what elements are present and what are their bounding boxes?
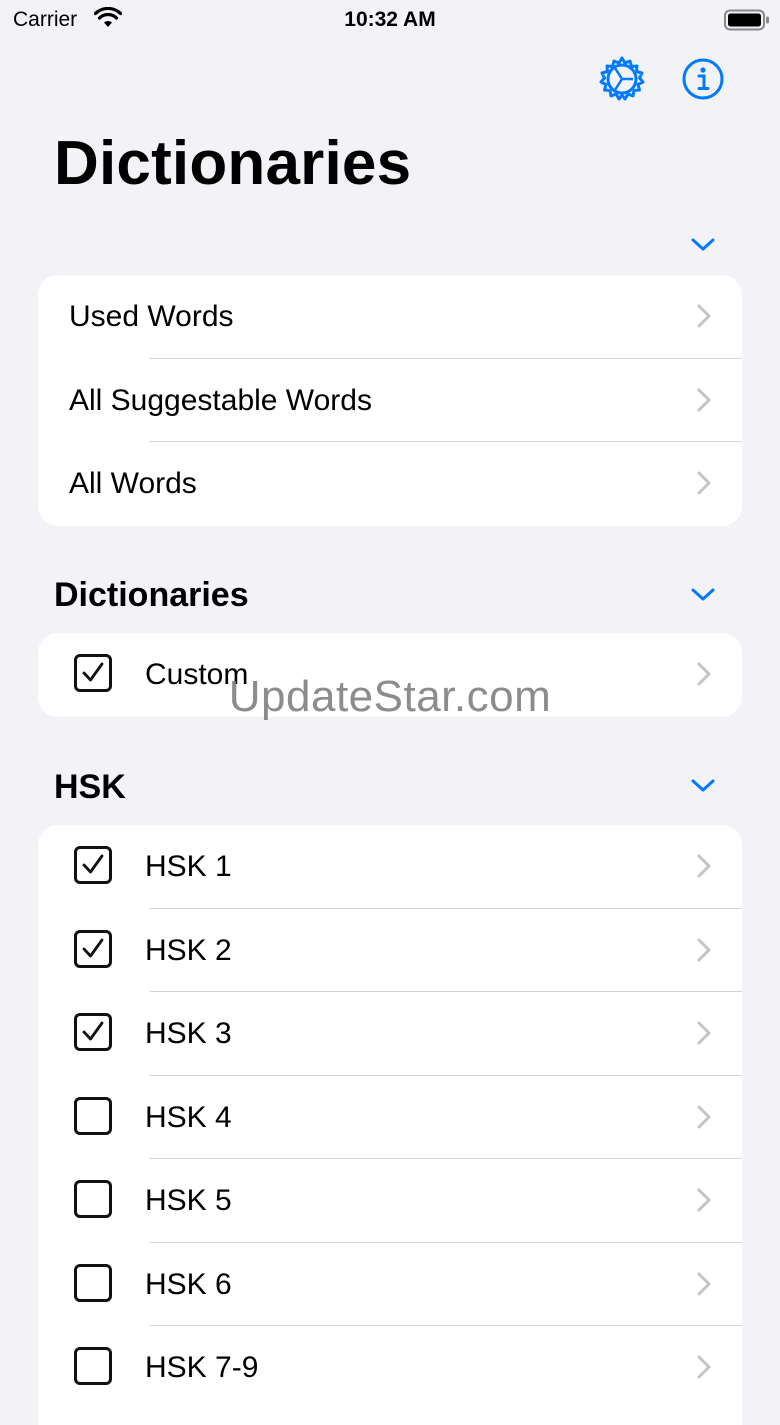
battery-icon: [724, 9, 770, 36]
list-item-hsk-4[interactable]: HSK 4: [38, 1076, 742, 1159]
checkbox[interactable]: [74, 1096, 112, 1135]
chevron-down-icon: [691, 238, 715, 257]
chevron-down-icon: [691, 779, 715, 798]
list-item-label: HSK 6: [145, 1267, 232, 1301]
chevron-right-icon: [696, 1354, 712, 1385]
list-item-label: Used Words: [69, 300, 234, 333]
checkbox[interactable]: [74, 1263, 112, 1302]
chevron-right-icon: [696, 303, 712, 334]
hsk-card: HSK 1 HSK 2 HSK 3 HSK 4 HSK 5 HSK 6 HSK …: [38, 825, 742, 1425]
page-title: Dictionaries: [54, 129, 412, 198]
list-item-hsk-6[interactable]: HSK 6: [38, 1243, 742, 1326]
list-item-label: HSK 1: [145, 850, 232, 883]
checkmark-icon: [82, 854, 104, 874]
status-time: 10:32 AM: [344, 8, 436, 31]
chevron-right-icon: [696, 1020, 712, 1051]
list-item-label: All Words: [69, 467, 197, 500]
collapse-top-section-button[interactable]: [686, 232, 720, 262]
chevron-right-icon: [696, 937, 712, 968]
section-header-hsk: HSK: [54, 768, 126, 806]
list-item-hsk-1[interactable]: HSK 1: [38, 825, 742, 909]
chevron-right-icon: [696, 661, 712, 692]
checkbox[interactable]: [74, 1347, 112, 1385]
list-item-hsk-3[interactable]: HSK 3: [38, 992, 742, 1076]
list-item-label: HSK 7-9: [145, 1351, 259, 1384]
chevron-right-icon: [696, 1104, 712, 1135]
info-button[interactable]: [678, 56, 728, 106]
checkmark-icon: [82, 1021, 104, 1041]
list-item-label: HSK 5: [145, 1184, 232, 1217]
chevron-right-icon: [696, 853, 712, 884]
checkbox[interactable]: [74, 846, 112, 884]
list-item-hsk-2[interactable]: HSK 2: [38, 909, 742, 992]
checkbox[interactable]: [74, 654, 112, 692]
chevron-right-icon: [696, 470, 712, 501]
chevron-down-icon: [691, 588, 715, 607]
info-icon: [681, 57, 725, 106]
checkbox[interactable]: [74, 929, 112, 968]
checkbox[interactable]: [74, 1013, 112, 1051]
word-lists-card: Used Words All Suggestable Words All Wor…: [38, 275, 742, 526]
list-item-label: Custom: [145, 658, 249, 691]
list-item-all-words[interactable]: All Words: [38, 442, 742, 526]
list-item-hsk-7-9[interactable]: HSK 7-9: [38, 1326, 742, 1410]
checkmark-icon: [82, 938, 104, 957]
list-item-label: HSK 4: [145, 1100, 232, 1134]
dictionaries-card: Custom: [38, 633, 742, 717]
chevron-right-icon: [696, 387, 712, 418]
list-item-hsk-5[interactable]: HSK 5: [38, 1159, 742, 1243]
list-item-used-words[interactable]: Used Words: [38, 275, 742, 359]
status-bar: Carrier 10:32 AM: [0, 0, 780, 40]
gear-icon: [598, 55, 646, 108]
collapse-dictionaries-button[interactable]: [686, 582, 720, 612]
list-item-custom[interactable]: Custom: [38, 633, 742, 717]
list-item-all-suggestable-words[interactable]: All Suggestable Words: [38, 359, 742, 442]
collapse-hsk-button[interactable]: [686, 773, 720, 803]
list-item-label: All Suggestable Words: [69, 383, 372, 417]
checkbox[interactable]: [74, 1180, 112, 1218]
section-header-dictionaries: Dictionaries: [54, 576, 249, 614]
settings-button[interactable]: [597, 56, 647, 106]
chevron-right-icon: [696, 1271, 712, 1302]
checkmark-icon: [82, 662, 104, 682]
chevron-right-icon: [696, 1187, 712, 1218]
list-item-label: HSK 3: [145, 1017, 232, 1050]
list-item-label: HSK 2: [145, 933, 232, 967]
